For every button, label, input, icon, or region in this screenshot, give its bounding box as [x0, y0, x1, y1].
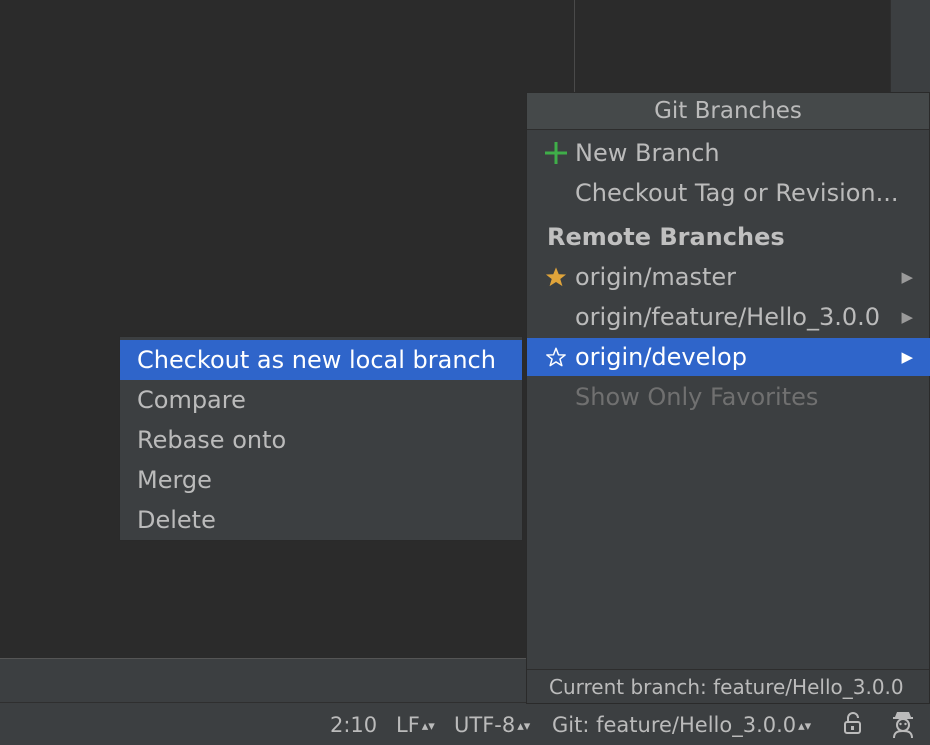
- status-bar: 2:10 LF ▴▾ UTF-8 ▴▾ Git: feature/Hello_3.0…: [0, 702, 930, 745]
- new-branch-label: New Branch: [575, 139, 720, 167]
- encoding-widget[interactable]: UTF-8 ▴▾: [454, 713, 530, 737]
- submenu-arrow-icon: ▶: [901, 348, 913, 366]
- delete-item[interactable]: Delete: [120, 500, 522, 540]
- vcs-branch-label: Git: feature/Hello_3.0.0: [552, 713, 797, 737]
- checkout-new-local-branch-item[interactable]: Checkout as new local branch: [120, 340, 522, 380]
- line-separator-widget[interactable]: LF ▴▾: [396, 713, 435, 737]
- branch-item-origin-develop[interactable]: origin/develop ▶: [527, 338, 930, 376]
- compare-item[interactable]: Compare: [120, 380, 522, 420]
- caret-position[interactable]: 2:10: [330, 713, 377, 737]
- star-filled-icon[interactable]: [543, 258, 569, 296]
- branch-actions-submenu: Checkout as new local branch Compare Reb…: [119, 336, 523, 541]
- checkout-tag-label: Checkout Tag or Revision...: [575, 179, 899, 207]
- checkout-tag-item[interactable]: Checkout Tag or Revision...: [527, 174, 930, 212]
- line-separator-label: LF: [396, 713, 420, 737]
- plus-icon: [543, 134, 569, 172]
- branch-label: origin/master: [575, 263, 737, 291]
- up-down-icon: ▴▾: [517, 719, 531, 734]
- editor-divider: [574, 0, 575, 92]
- vcs-branch-widget[interactable]: Git: feature/Hello_3.0.0 ▴▾: [552, 713, 811, 737]
- branch-item-origin-feature[interactable]: origin/feature/Hello_3.0.0 ▶: [527, 298, 930, 336]
- current-branch-footer: Current branch: feature/Hello_3.0.0: [527, 669, 929, 703]
- merge-item[interactable]: Merge: [120, 460, 522, 500]
- submenu-arrow-icon: ▶: [901, 308, 913, 326]
- branch-label: origin/feature/Hello_3.0.0: [575, 303, 881, 331]
- remote-branches-header: Remote Branches: [547, 223, 785, 251]
- up-down-icon: ▴▾: [421, 719, 435, 734]
- rebase-onto-item[interactable]: Rebase onto: [120, 420, 522, 460]
- lock-icon[interactable]: [842, 711, 864, 739]
- submenu-arrow-icon: ▶: [901, 268, 913, 286]
- star-outline-icon[interactable]: [543, 338, 569, 376]
- popup-title: Git Branches: [527, 93, 929, 130]
- encoding-label: UTF-8: [454, 713, 516, 737]
- show-only-favorites-label: Show Only Favorites: [575, 383, 819, 411]
- branch-label: origin/develop: [575, 343, 747, 371]
- inspector-icon[interactable]: [890, 709, 916, 743]
- branch-item-origin-master[interactable]: origin/master ▶: [527, 258, 930, 296]
- git-branches-popup: Git Branches New Branch Checkout Tag or …: [526, 92, 930, 704]
- new-branch-item[interactable]: New Branch: [527, 134, 930, 172]
- show-only-favorites-item[interactable]: Show Only Favorites: [527, 378, 930, 416]
- up-down-icon: ▴▾: [798, 719, 812, 734]
